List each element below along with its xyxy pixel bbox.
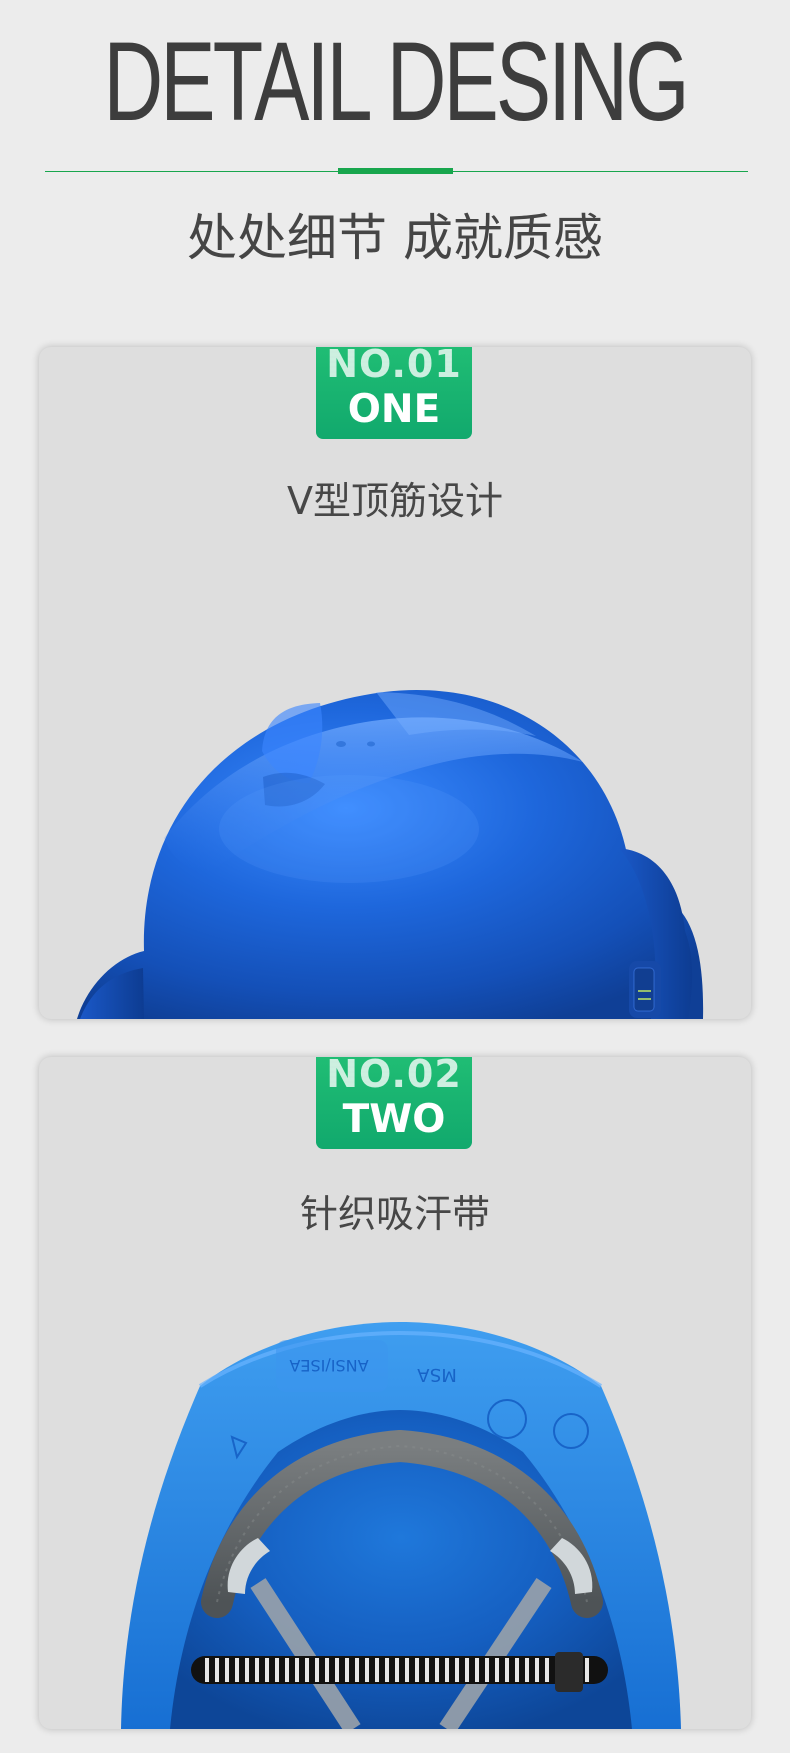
section-badge-one: NO.01 ONE: [316, 347, 472, 439]
svg-text:MSA: MSA: [417, 1364, 457, 1385]
section-number-one: NO.01: [316, 347, 472, 385]
section-label-one: V型顶筋设计: [287, 479, 503, 523]
section-label-two: 针织吸汗带: [299, 1192, 490, 1236]
section-word-two: TWO: [342, 1097, 446, 1142]
detail-card-one: NO.01 ONE V型顶筋设计: [39, 347, 751, 1019]
page-header: DETAIL DESING 处处细节 成就质感: [0, 0, 790, 300]
section-number-two: NO.02: [316, 1057, 472, 1095]
title-divider-accent: [338, 168, 453, 174]
svg-text:ANSI/ISEA: ANSI/ISEA: [289, 1356, 368, 1375]
section-badge-two: NO.02 TWO: [316, 1057, 472, 1149]
page-title: DETAIL DESING: [103, 19, 689, 144]
section-word-one: ONE: [347, 387, 441, 432]
hard-hat-exterior-image: [77, 690, 704, 1019]
hard-hat-interior-image: ANSI/ISEA MSA: [121, 1322, 681, 1729]
page-subtitle: 处处细节 成就质感: [187, 209, 603, 267]
detail-card-two: NO.02 TWO 针织吸汗带 ANSI/ISEA MSA: [39, 1057, 751, 1729]
